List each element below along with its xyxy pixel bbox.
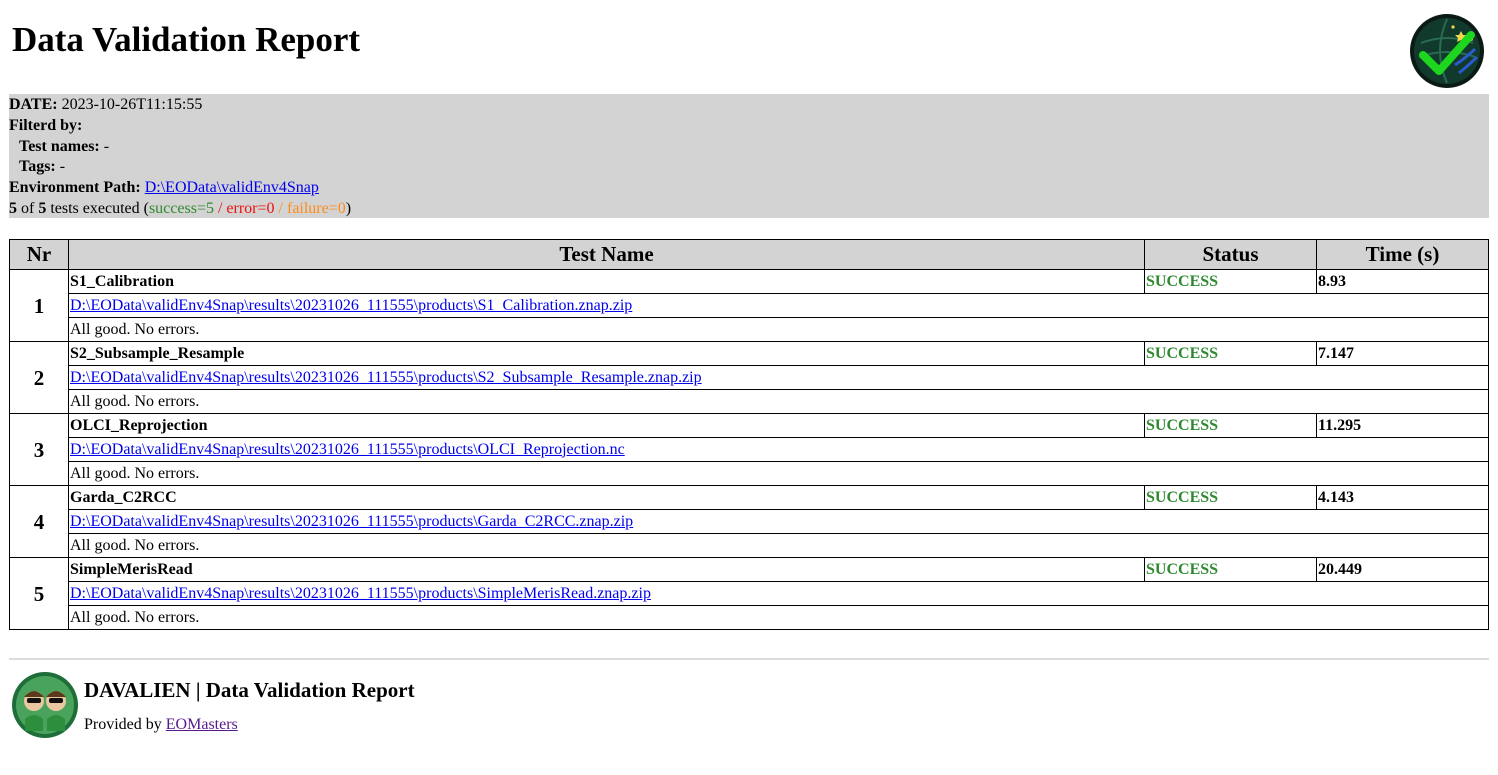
success-count: success=5 [148, 199, 214, 217]
test-message: All good. No errors. [68, 605, 1489, 630]
summary-row: 5 of 5 tests executed (success=5 / error… [9, 199, 1489, 220]
table-row: 2 S2_Subsample_Resample SUCCESS 7.147 [9, 341, 1489, 414]
test-time: 8.93 [1316, 269, 1489, 294]
table-row: All good. No errors. [10, 461, 1489, 486]
test-status: SUCCESS [1144, 485, 1317, 510]
test-name: SimpleMerisRead [68, 557, 1145, 582]
table-row: D:\EOData\validEnv4Snap\results\20231026… [10, 365, 1489, 390]
tests-executed-text: tests executed ( [50, 199, 149, 217]
table-row: All good. No errors. [10, 389, 1489, 414]
test-time: 7.147 [1316, 341, 1489, 366]
header-test-name: Test Name [68, 239, 1145, 270]
eomasters-link[interactable]: EOMasters [166, 716, 238, 733]
test-status: SUCCESS [1144, 341, 1317, 366]
environment-path-label: Environment Path: [9, 179, 141, 197]
date-label: DATE: [9, 96, 58, 113]
separator: / [213, 199, 227, 217]
product-path-cell: D:\EOData\validEnv4Snap\results\20231026… [68, 581, 1489, 606]
product-path-link[interactable]: D:\EOData\validEnv4Snap\results\20231026… [70, 441, 625, 458]
test-name: Garda_C2RCC [68, 485, 1145, 510]
results-table: Nr Test Name Status Time (s) 1 S1_Calibr… [9, 239, 1489, 630]
test-names-row: Test names: - [9, 137, 1489, 158]
header-nr: Nr [9, 239, 69, 270]
table-row: All good. No errors. [10, 317, 1489, 342]
test-status: SUCCESS [1144, 557, 1317, 582]
test-time: 11.295 [1316, 413, 1489, 438]
header-time: Time (s) [1316, 239, 1489, 270]
test-status: SUCCESS [1144, 413, 1317, 438]
test-name: S1_Calibration [68, 269, 1145, 294]
mascot-icon [12, 672, 78, 738]
test-name: S2_Subsample_Resample [68, 341, 1145, 366]
table-row: 3 OLCI_Reprojection SUCCESS 11.295 [9, 413, 1489, 486]
test-message: All good. No errors. [68, 317, 1489, 342]
provided-by: Provided by EOMasters [84, 715, 238, 735]
table-row: 5 SimpleMerisRead SUCCESS 20.449 [9, 557, 1489, 630]
product-path-link[interactable]: D:\EOData\validEnv4Snap\results\20231026… [70, 297, 632, 314]
tags-label: Tags: [19, 158, 56, 176]
globe-checkmark-icon [1410, 14, 1484, 88]
test-names-label: Test names: [19, 137, 100, 155]
test-message: All good. No errors. [68, 389, 1489, 414]
separator: / [274, 199, 287, 217]
page-title: Data Validation Report [12, 20, 361, 59]
test-time: 4.143 [1316, 485, 1489, 510]
table-row: D:\EOData\validEnv4Snap\results\20231026… [10, 509, 1489, 534]
environment-path-row: Environment Path: D:\EOData\validEnv4Sna… [9, 178, 1489, 199]
product-path-cell: D:\EOData\validEnv4Snap\results\20231026… [68, 437, 1489, 462]
table-header-row: Nr Test Name Status Time (s) [9, 239, 1489, 270]
header-status: Status [1144, 239, 1317, 270]
tags-row: Tags: - [9, 157, 1489, 178]
table-row: 1 S1_Calibration SUCCESS 8.93 [9, 269, 1489, 342]
product-path-cell: D:\EOData\validEnv4Snap\results\20231026… [68, 293, 1489, 318]
table-row: All good. No errors. [10, 605, 1489, 630]
table-row: D:\EOData\validEnv4Snap\results\20231026… [10, 581, 1489, 606]
product-path-link[interactable]: D:\EOData\validEnv4Snap\results\20231026… [70, 585, 651, 602]
test-message: All good. No errors. [68, 533, 1489, 558]
test-number: 3 [9, 413, 69, 486]
product-path-link[interactable]: D:\EOData\validEnv4Snap\results\20231026… [70, 369, 702, 386]
failure-count: failure=0 [286, 199, 346, 217]
report-info-panel: DATE: 2023-10-26T11:15:55 Filterd by: Te… [9, 94, 1489, 218]
close-paren: ) [345, 199, 352, 217]
product-path-cell: D:\EOData\validEnv4Snap\results\20231026… [68, 365, 1489, 390]
test-status: SUCCESS [1144, 269, 1317, 294]
test-message: All good. No errors. [68, 461, 1489, 486]
environment-path-link[interactable]: D:\EOData\validEnv4Snap [145, 179, 319, 196]
table-row: 4 Garda_C2RCC SUCCESS 4.143 [9, 485, 1489, 558]
error-count: error=0 [226, 199, 275, 217]
product-path-cell: D:\EOData\validEnv4Snap\results\20231026… [68, 509, 1489, 534]
product-path-link[interactable]: D:\EOData\validEnv4Snap\results\20231026… [70, 513, 633, 530]
footer-title: DAVALIEN | Data Validation Report [84, 678, 415, 702]
test-number: 1 [9, 269, 69, 342]
tags-value: - [59, 158, 66, 176]
provided-by-text: Provided by [84, 716, 162, 733]
filtered-by-row: Filterd by: [9, 116, 1489, 137]
test-number: 2 [9, 341, 69, 414]
test-number: 5 [9, 557, 69, 630]
date-row: DATE: 2023-10-26T11:15:55 [9, 95, 1489, 116]
table-row: All good. No errors. [10, 533, 1489, 558]
of-text: of [21, 199, 35, 217]
footer-divider [9, 658, 1489, 660]
test-names-value: - [103, 137, 110, 155]
test-number: 4 [9, 485, 69, 558]
table-row: D:\EOData\validEnv4Snap\results\20231026… [10, 293, 1489, 318]
filtered-by-label: Filterd by: [9, 116, 83, 134]
executed-count: 5 [9, 199, 17, 217]
total-count: 5 [38, 199, 47, 217]
table-row: D:\EOData\validEnv4Snap\results\20231026… [10, 437, 1489, 462]
test-name: OLCI_Reprojection [68, 413, 1145, 438]
test-time: 20.449 [1316, 557, 1489, 582]
date-value: 2023-10-26T11:15:55 [61, 96, 203, 113]
